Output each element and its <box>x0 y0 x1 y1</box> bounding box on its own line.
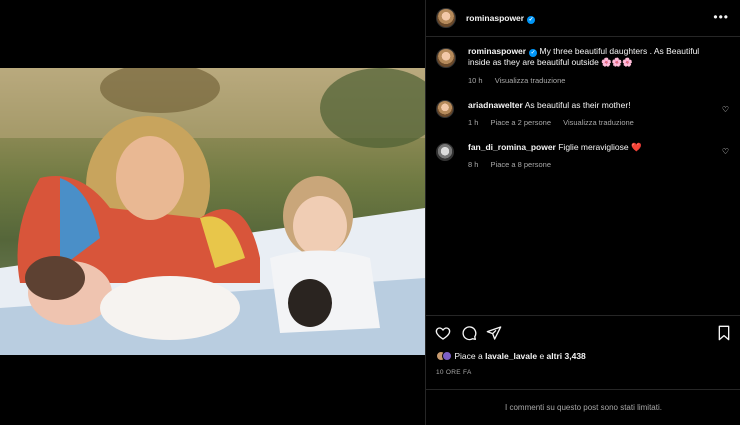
comment-meta: 8 h Piace a 8 persone <box>468 160 561 169</box>
caption-translate-link[interactable]: Visualizza traduzione <box>495 76 566 85</box>
author-username[interactable]: rominaspower <box>466 13 524 23</box>
comment-username[interactable]: fan_di_romina_power <box>468 142 556 152</box>
caption: rominaspower ✓ My three beautiful daughte… <box>436 46 731 90</box>
likes-summary[interactable]: Piace a lavale_lavale e altri 3,438 <box>436 351 586 361</box>
comment-meta: 1 h Piace a 2 persone Visualizza traduzi… <box>468 118 644 127</box>
likes-prefix: Piace a <box>454 351 486 361</box>
post-header: rominaspower ✓ ••• <box>426 0 740 37</box>
author-username-wrap[interactable]: rominaspower ✓ <box>466 13 536 24</box>
verified-icon: ✓ <box>529 49 538 57</box>
comment-text-block: ariadnawelter As beautiful as their moth… <box>468 100 723 111</box>
caption-text-block: rominaspower ✓ My three beautiful daughte… <box>468 46 723 68</box>
verified-icon: ✓ <box>527 16 536 24</box>
author-avatar[interactable] <box>436 8 456 28</box>
heart-icon[interactable]: ♡ <box>722 105 729 114</box>
comments-limited-notice: I commenti su questo post sono stati lim… <box>426 389 740 425</box>
heart-icon[interactable]: ♡ <box>722 147 729 156</box>
post-time-ago: 10 ORE FA <box>436 369 472 376</box>
caption-meta: 10 h Visualizza traduzione <box>468 76 575 85</box>
heart-icon[interactable] <box>435 325 451 341</box>
post-side-panel: rominaspower ✓ ••• rominaspower ✓ My three… <box>425 0 740 425</box>
comment-username[interactable]: ariadnawelter <box>468 100 523 110</box>
comment-avatar[interactable] <box>436 100 454 118</box>
post-photo[interactable] <box>0 68 425 355</box>
liker-avatar <box>442 351 452 361</box>
comment-likes[interactable]: Piace a 2 persone <box>491 118 551 127</box>
post-actions: Piace a lavale_lavale e altri 3,438 10 O… <box>426 315 740 390</box>
comment-time: 1 h <box>468 118 479 127</box>
post-media-pane <box>0 0 425 425</box>
comment-item: fan_di_romina_power Figlie meravigliose … <box>436 142 731 176</box>
bookmark-icon[interactable] <box>716 325 732 341</box>
caption-avatar[interactable] <box>436 48 456 68</box>
caption-time: 10 h <box>468 76 483 85</box>
more-icon[interactable]: ••• <box>713 10 729 24</box>
caption-username[interactable]: rominaspower <box>468 46 526 56</box>
comment-translate-link[interactable]: Visualizza traduzione <box>563 118 634 127</box>
comment-time: 8 h <box>468 160 479 169</box>
likes-user[interactable]: lavale_lavale <box>485 351 537 361</box>
comment-icon[interactable] <box>461 325 477 341</box>
likes-middle: e <box>537 351 547 361</box>
comment-likes[interactable]: Piace a 8 persone <box>491 160 551 169</box>
share-icon[interactable] <box>486 325 502 341</box>
comment-text: Figlie meravigliose ❤️ <box>558 142 642 152</box>
comment-text: As beautiful as their mother! <box>524 100 631 110</box>
comment-avatar[interactable] <box>436 143 454 161</box>
comment-text-block: fan_di_romina_power Figlie meravigliose … <box>468 142 723 153</box>
likes-others[interactable]: altri 3,438 <box>547 351 586 361</box>
photo-illustration <box>0 68 425 355</box>
comment-item: ariadnawelter As beautiful as their moth… <box>436 100 731 134</box>
